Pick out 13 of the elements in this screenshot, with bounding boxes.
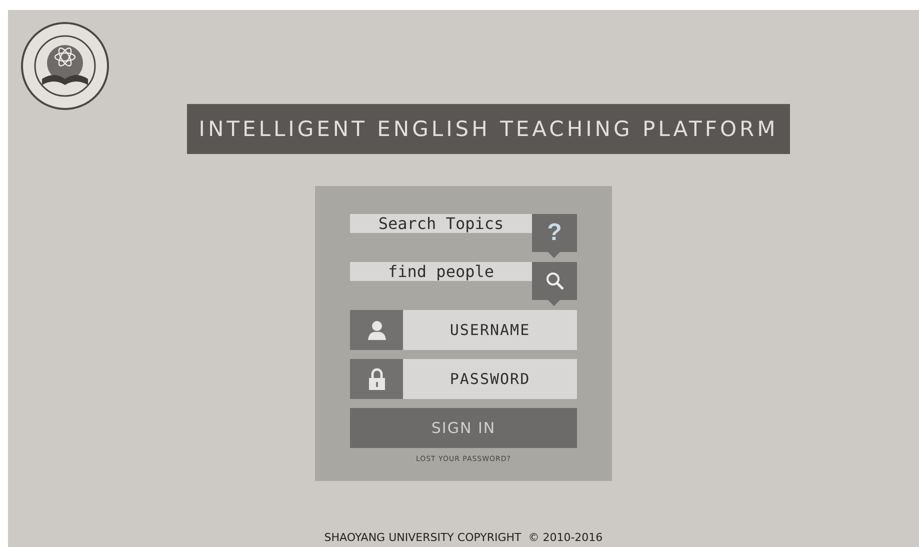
help-button[interactable]: ? bbox=[532, 214, 577, 258]
username-field[interactable]: USERNAME bbox=[403, 310, 577, 350]
user-icon bbox=[366, 320, 386, 340]
university-seal-icon bbox=[20, 21, 110, 111]
search-field[interactable]: Search Topics bbox=[350, 214, 532, 233]
banner-title: INTELLIGENT ENGLISH TEACHING PLATFORM bbox=[186, 104, 790, 154]
search-icon bbox=[546, 272, 564, 290]
padlock-icon bbox=[368, 368, 384, 390]
sign-in-button[interactable]: SIGN IN bbox=[350, 408, 577, 448]
copyright-text: SHAOYANG UNIVERSITY COPYRIGHT © 2010-2016 bbox=[324, 531, 603, 546]
password-field[interactable]: PASSWORD bbox=[403, 359, 577, 399]
search-field[interactable]: find people bbox=[350, 262, 532, 281]
search-button[interactable] bbox=[532, 262, 577, 306]
